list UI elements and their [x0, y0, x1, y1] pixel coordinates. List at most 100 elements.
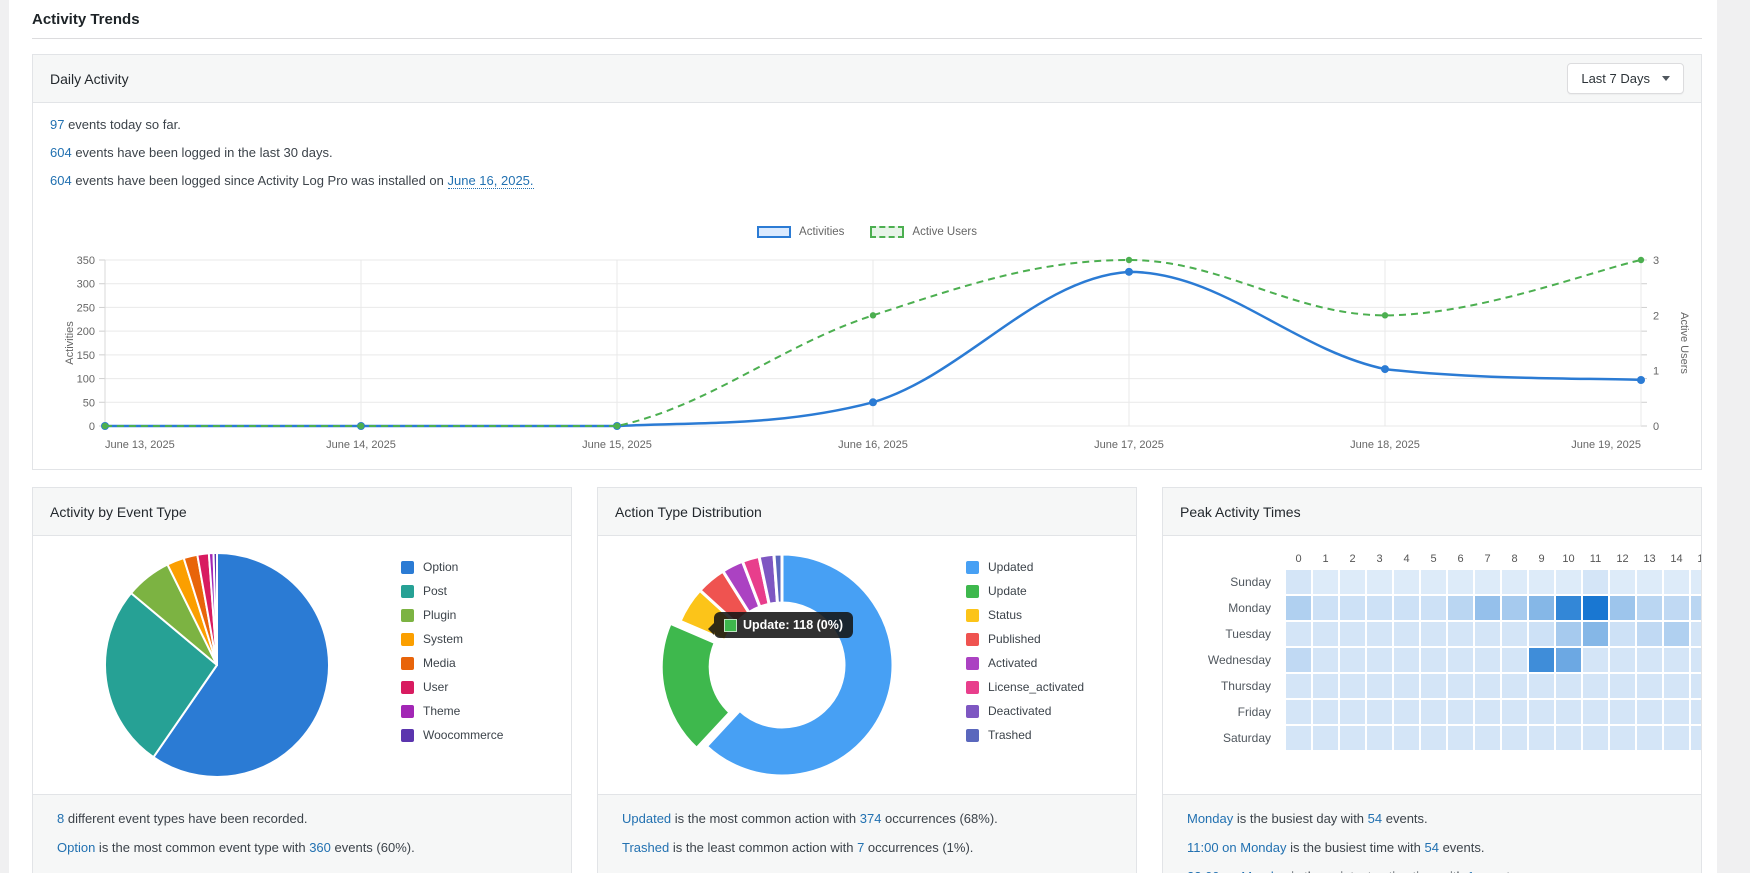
heatmap-cell	[1637, 622, 1662, 646]
heatmap-cell	[1286, 700, 1311, 724]
heatmap-cell	[1313, 726, 1338, 750]
legend-swatch	[401, 657, 414, 670]
heatmap-cell	[1583, 700, 1608, 724]
legend-item-plugin[interactable]: Plugin	[401, 608, 571, 622]
heatmap-hour-label: 5	[1421, 550, 1446, 568]
heatmap-cell	[1583, 726, 1608, 750]
tooltip-text: Update: 118 (0%)	[743, 618, 843, 632]
legend-item-media[interactable]: Media	[401, 656, 571, 670]
heatmap-cell	[1637, 648, 1662, 672]
pie-slice-update[interactable]	[661, 623, 730, 748]
heatmap-cell	[1448, 596, 1473, 620]
heatmap-hour-label: 14	[1664, 550, 1689, 568]
stat-line: 604 events have been logged in the last …	[50, 144, 1684, 161]
legend-item-activities[interactable]: Activities	[757, 226, 844, 238]
legend-item-published[interactable]: Published	[966, 632, 1136, 646]
peak-times-panel: Peak Activity Times 01234567891011121314…	[1162, 487, 1702, 873]
heatmap-hour-label: 4	[1394, 550, 1419, 568]
legend-swatch	[401, 609, 414, 622]
heatmap-cell	[1610, 648, 1635, 672]
heatmap-cell	[1394, 570, 1419, 594]
heatmap-cell	[1448, 648, 1473, 672]
svg-text:2: 2	[1653, 310, 1659, 322]
heatmap-cell	[1475, 726, 1500, 750]
legend-item-post[interactable]: Post	[401, 584, 571, 598]
heatmap-cell	[1448, 700, 1473, 724]
action-type-legend: Updated Update Status Published Activated Lic…	[966, 536, 1136, 794]
date-range-select[interactable]: Last 7 Days	[1567, 63, 1684, 94]
peak-times-heatmap: 012345678910111213141516SundayMondayTues…	[1189, 550, 1701, 794]
svg-text:50: 50	[83, 397, 95, 409]
legend-item-status[interactable]: Status	[966, 608, 1136, 622]
heatmap-cell	[1610, 622, 1635, 646]
heatmap-cell	[1421, 570, 1446, 594]
heatmap-cell	[1529, 700, 1554, 724]
heatmap-cell	[1610, 700, 1635, 724]
stat-line: Monday is the busiest day with 54 events…	[1187, 811, 1677, 827]
heatmap-cell	[1556, 726, 1581, 750]
event-type-legend: Option Post Plugin System Media User Theme Wooc…	[401, 536, 571, 794]
heatmap-cell	[1448, 726, 1473, 750]
date-range-value: Last 7 Days	[1581, 71, 1650, 86]
heatmap-cell	[1421, 674, 1446, 698]
legend-item-system[interactable]: System	[401, 632, 571, 646]
legend-item-license_activated[interactable]: License_activated	[966, 680, 1136, 694]
daily-activity-panel: Daily Activity Last 7 Days 97 events tod…	[32, 54, 1702, 470]
date-link[interactable]: June 16, 2025.	[448, 173, 534, 189]
daily-activity-line-chart: 0501001502002503003500123June 13, 2025Ju…	[33, 240, 1701, 464]
svg-text:150: 150	[77, 350, 95, 362]
legend-item-trashed[interactable]: Trashed	[966, 728, 1136, 742]
stat-line: 604 events have been logged since Activi…	[50, 172, 1684, 189]
heatmap-cell	[1610, 726, 1635, 750]
page: Activity Trends Daily Activity Last 7 Da…	[0, 0, 1750, 873]
heatmap-hour-label: 12	[1610, 550, 1635, 568]
heatmap-cell	[1583, 570, 1608, 594]
heatmap-cell	[1556, 570, 1581, 594]
legend-swatch	[401, 585, 414, 598]
heatmap-cell	[1556, 674, 1581, 698]
heatmap-hour-label: 9	[1529, 550, 1554, 568]
svg-text:3: 3	[1653, 255, 1659, 267]
heatmap-cell	[1691, 570, 1701, 594]
heatmap-cell	[1529, 648, 1554, 672]
legend-item-update[interactable]: Update	[966, 584, 1136, 598]
heatmap-cell	[1475, 570, 1500, 594]
legend-item-deactivated[interactable]: Deactivated	[966, 704, 1136, 718]
legend-item-user[interactable]: User	[401, 680, 571, 694]
heatmap-hour-label: 2	[1340, 550, 1365, 568]
heatmap-cell	[1340, 674, 1365, 698]
heatmap-cell	[1394, 674, 1419, 698]
heatmap-cell	[1583, 674, 1608, 698]
legend-item-active-users[interactable]: Active Users	[870, 226, 977, 238]
heatmap-cell	[1529, 596, 1554, 620]
heatmap-cell	[1475, 622, 1500, 646]
legend-swatch	[966, 729, 979, 742]
admin-content: Activity Trends Daily Activity Last 7 Da…	[9, 0, 1717, 873]
heatmap-cell	[1529, 674, 1554, 698]
svg-text:100: 100	[77, 374, 95, 386]
heatmap-cell	[1637, 726, 1662, 750]
heatmap-cell	[1502, 622, 1527, 646]
line-chart-legend: Activities Active Users	[33, 226, 1701, 238]
heatmap-cell	[1556, 648, 1581, 672]
heatmap-cell	[1664, 570, 1689, 594]
heatmap-cell	[1691, 622, 1701, 646]
heatmap-hour-label: 10	[1556, 550, 1581, 568]
legend-item-option[interactable]: Option	[401, 560, 571, 574]
legend-item-woocommerce[interactable]: Woocommerce	[401, 728, 571, 742]
chevron-down-icon	[1662, 76, 1670, 81]
action-type-donut-chart	[657, 540, 907, 790]
legend-item-updated[interactable]: Updated	[966, 560, 1136, 574]
heatmap-cell	[1286, 648, 1311, 672]
heatmap-day-label: Saturday	[1189, 726, 1284, 750]
svg-text:Activities: Activities	[64, 321, 76, 365]
legend-item-activated[interactable]: Activated	[966, 656, 1136, 670]
tooltip-swatch	[724, 619, 737, 632]
heatmap-hour-label: 0	[1286, 550, 1311, 568]
event-type-chart-wrap	[33, 536, 401, 794]
heatmap-cell	[1610, 570, 1635, 594]
heatmap-cell	[1394, 700, 1419, 724]
svg-text:Active Users: Active Users	[1678, 312, 1690, 374]
legend-item-theme[interactable]: Theme	[401, 704, 571, 718]
action-type-footer: Updated is the most common action with 3…	[598, 794, 1136, 873]
